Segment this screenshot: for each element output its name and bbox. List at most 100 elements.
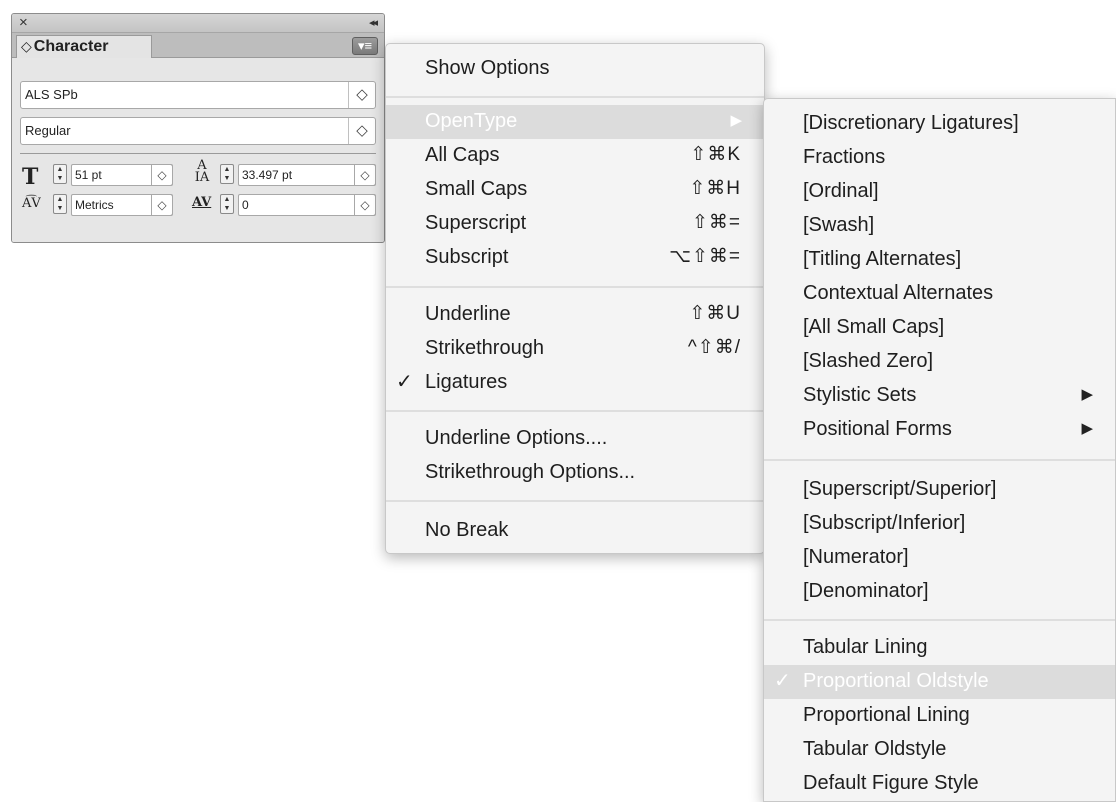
menu-item-label: OpenType bbox=[425, 110, 518, 132]
menu-item-ordinal[interactable]: [Ordinal] bbox=[764, 175, 1115, 209]
menu-item-label: Stylistic Sets bbox=[803, 384, 917, 406]
menu-item-label: Strikethrough Options... bbox=[425, 461, 636, 483]
kerning-stepper[interactable]: ▲ ▼ bbox=[53, 194, 67, 214]
panel-menu-button[interactable]: ▾≡ bbox=[352, 37, 378, 55]
leading-value: 33.497 pt bbox=[242, 168, 293, 182]
font-size-icon: T bbox=[22, 164, 39, 190]
leading-stepper[interactable]: ▲ ▼ bbox=[220, 164, 234, 184]
font-size-field[interactable]: 51 pt ◇ bbox=[71, 164, 173, 186]
menu-item-label: [Subscript/Inferior] bbox=[803, 512, 966, 534]
menu-item-shortcut: ⇧⌘K bbox=[690, 144, 741, 165]
menu-item-superscript-superior[interactable]: [Superscript/Superior] bbox=[764, 473, 1115, 507]
kerning-icon: A͡V bbox=[22, 196, 41, 211]
leading-icon: A IA bbox=[194, 158, 210, 185]
menu-item-show-options[interactable]: Show Options bbox=[386, 52, 764, 86]
menu-item-label: Fractions bbox=[803, 146, 886, 168]
menu-item-strikethrough-options[interactable]: Strikethrough Options... bbox=[386, 456, 764, 490]
menu-item-subscript[interactable]: Subscript ⌥⇧⌘= bbox=[386, 241, 764, 275]
menu-item-no-break[interactable]: No Break bbox=[386, 514, 764, 548]
tab-character[interactable]: ◇ Character bbox=[16, 35, 152, 58]
menu-item-underline[interactable]: Underline ⇧⌘U bbox=[386, 298, 764, 332]
menu-item-proportional-lining[interactable]: Proportional Lining bbox=[764, 699, 1115, 733]
menu-item-tabular-oldstyle[interactable]: Tabular Oldstyle bbox=[764, 733, 1115, 767]
menu-item-label: [Swash] bbox=[803, 214, 875, 236]
tracking-icon: AV bbox=[192, 195, 212, 210]
menu-item-slashed-zero[interactable]: [Slashed Zero] bbox=[764, 345, 1115, 379]
menu-separator bbox=[764, 619, 1115, 621]
menu-item-superscript[interactable]: Superscript ⇧⌘= bbox=[386, 207, 764, 241]
menu-item-proportional-oldstyle[interactable]: ✓ Proportional Oldstyle bbox=[764, 665, 1115, 699]
menu-item-label: Proportional Oldstyle bbox=[803, 670, 989, 692]
font-family-dropdown[interactable]: ALS SPb ◇ bbox=[20, 81, 376, 109]
font-style-dropdown[interactable]: Regular ◇ bbox=[20, 117, 376, 145]
chevron-updown-icon[interactable]: ◇ bbox=[354, 164, 376, 186]
opentype-submenu: [Discretionary Ligatures] Fractions [Ord… bbox=[763, 98, 1116, 802]
panel-options-menu: Show Options OpenType ▶ All Caps ⇧⌘K Sma… bbox=[385, 43, 765, 554]
panel-tab-row: ◇ Character ▾≡ bbox=[12, 33, 384, 58]
submenu-arrow-icon: ▶ bbox=[1081, 420, 1093, 437]
font-size-stepper[interactable]: ▲ ▼ bbox=[53, 164, 67, 184]
menu-separator bbox=[386, 96, 764, 98]
menu-separator bbox=[386, 500, 764, 502]
menu-item-label: No Break bbox=[425, 519, 509, 541]
checkmark-icon: ✓ bbox=[396, 371, 413, 393]
menu-item-strikethrough[interactable]: Strikethrough ^⇧⌘/ bbox=[386, 332, 764, 366]
submenu-arrow-icon: ▶ bbox=[1081, 386, 1093, 403]
panel-divider bbox=[20, 153, 376, 154]
menu-item-denominator[interactable]: [Denominator] bbox=[764, 575, 1115, 609]
chevron-updown-icon[interactable]: ◇ bbox=[151, 164, 173, 186]
submenu-arrow-icon: ▶ bbox=[730, 112, 742, 129]
checkmark-icon: ✓ bbox=[774, 670, 791, 692]
menu-separator bbox=[386, 410, 764, 412]
menu-item-all-caps[interactable]: All Caps ⇧⌘K bbox=[386, 139, 764, 173]
menu-item-ligatures[interactable]: ✓ Ligatures bbox=[386, 366, 764, 400]
menu-item-tabular-lining[interactable]: Tabular Lining bbox=[764, 631, 1115, 665]
menu-item-discretionary-ligatures[interactable]: [Discretionary Ligatures] bbox=[764, 107, 1115, 141]
leading-field[interactable]: 33.497 pt ◇ bbox=[238, 164, 376, 186]
menu-item-subscript-inferior[interactable]: [Subscript/Inferior] bbox=[764, 507, 1115, 541]
menu-item-label: Underline Options.... bbox=[425, 427, 608, 449]
menu-item-shortcut: ⇧⌘= bbox=[691, 212, 741, 233]
kerning-field[interactable]: Metrics ◇ bbox=[71, 194, 173, 216]
menu-item-titling-alternates[interactable]: [Titling Alternates] bbox=[764, 243, 1115, 277]
menu-item-label: [Denominator] bbox=[803, 580, 929, 602]
menu-item-label: Superscript bbox=[425, 212, 527, 234]
menu-item-label: Proportional Lining bbox=[803, 704, 970, 726]
tracking-stepper[interactable]: ▲ ▼ bbox=[220, 194, 234, 214]
menu-item-opentype[interactable]: OpenType ▶ bbox=[386, 105, 764, 139]
tab-character-label: Character bbox=[33, 38, 109, 55]
menu-item-default-figure-style[interactable]: Default Figure Style bbox=[764, 767, 1115, 801]
chevron-updown-icon[interactable]: ◇ bbox=[151, 194, 173, 216]
menu-item-label: Positional Forms bbox=[803, 418, 952, 440]
close-icon[interactable]: × bbox=[19, 14, 28, 32]
tracking-field[interactable]: 0 ◇ bbox=[238, 194, 376, 216]
menu-item-fractions[interactable]: Fractions bbox=[764, 141, 1115, 175]
menu-item-contextual-alternates[interactable]: Contextual Alternates bbox=[764, 277, 1115, 311]
menu-item-all-small-caps[interactable]: [All Small Caps] bbox=[764, 311, 1115, 345]
menu-item-label: [Titling Alternates] bbox=[803, 248, 962, 270]
menu-item-label: Contextual Alternates bbox=[803, 282, 994, 304]
chevron-updown-icon[interactable]: ◇ bbox=[348, 118, 375, 144]
panel-title-bar: × ◂◂ bbox=[12, 14, 384, 33]
menu-item-numerator[interactable]: [Numerator] bbox=[764, 541, 1115, 575]
menu-item-label: Tabular Oldstyle bbox=[803, 738, 947, 760]
chevron-updown-icon[interactable]: ◇ bbox=[354, 194, 376, 216]
menu-item-label: [Discretionary Ligatures] bbox=[803, 112, 1019, 134]
menu-item-stylistic-sets[interactable]: Stylistic Sets ▶ bbox=[764, 379, 1115, 413]
chevron-updown-icon[interactable]: ◇ bbox=[348, 82, 375, 108]
menu-item-label: Ligatures bbox=[425, 371, 508, 393]
collapse-icon[interactable]: ◂◂ bbox=[369, 15, 378, 31]
menu-item-shortcut: ^⇧⌘/ bbox=[687, 337, 741, 358]
font-family-value: ALS SPb bbox=[25, 87, 78, 102]
menu-item-label: Tabular Lining bbox=[803, 636, 928, 658]
menu-item-positional-forms[interactable]: Positional Forms ▶ bbox=[764, 413, 1115, 447]
panel-body: ALS SPb ◇ Regular ◇ T ▲ ▼ 51 pt ◇ A IA ▲ ▼ … bbox=[12, 58, 384, 242]
menu-item-underline-options[interactable]: Underline Options.... bbox=[386, 422, 764, 456]
menu-item-shortcut: ⇧⌘H bbox=[689, 178, 741, 199]
menu-item-label: [All Small Caps] bbox=[803, 316, 945, 338]
size-leading-row: T ▲ ▼ 51 pt ◇ A IA ▲ ▼ 33.497 pt ◇ bbox=[20, 158, 376, 190]
menu-item-swash[interactable]: [Swash] bbox=[764, 209, 1115, 243]
menu-item-shortcut: ⌥⇧⌘= bbox=[669, 246, 741, 267]
character-panel: × ◂◂ ◇ Character ▾≡ ALS SPb ◇ Regular ◇ T… bbox=[11, 13, 385, 243]
menu-item-small-caps[interactable]: Small Caps ⇧⌘H bbox=[386, 173, 764, 207]
